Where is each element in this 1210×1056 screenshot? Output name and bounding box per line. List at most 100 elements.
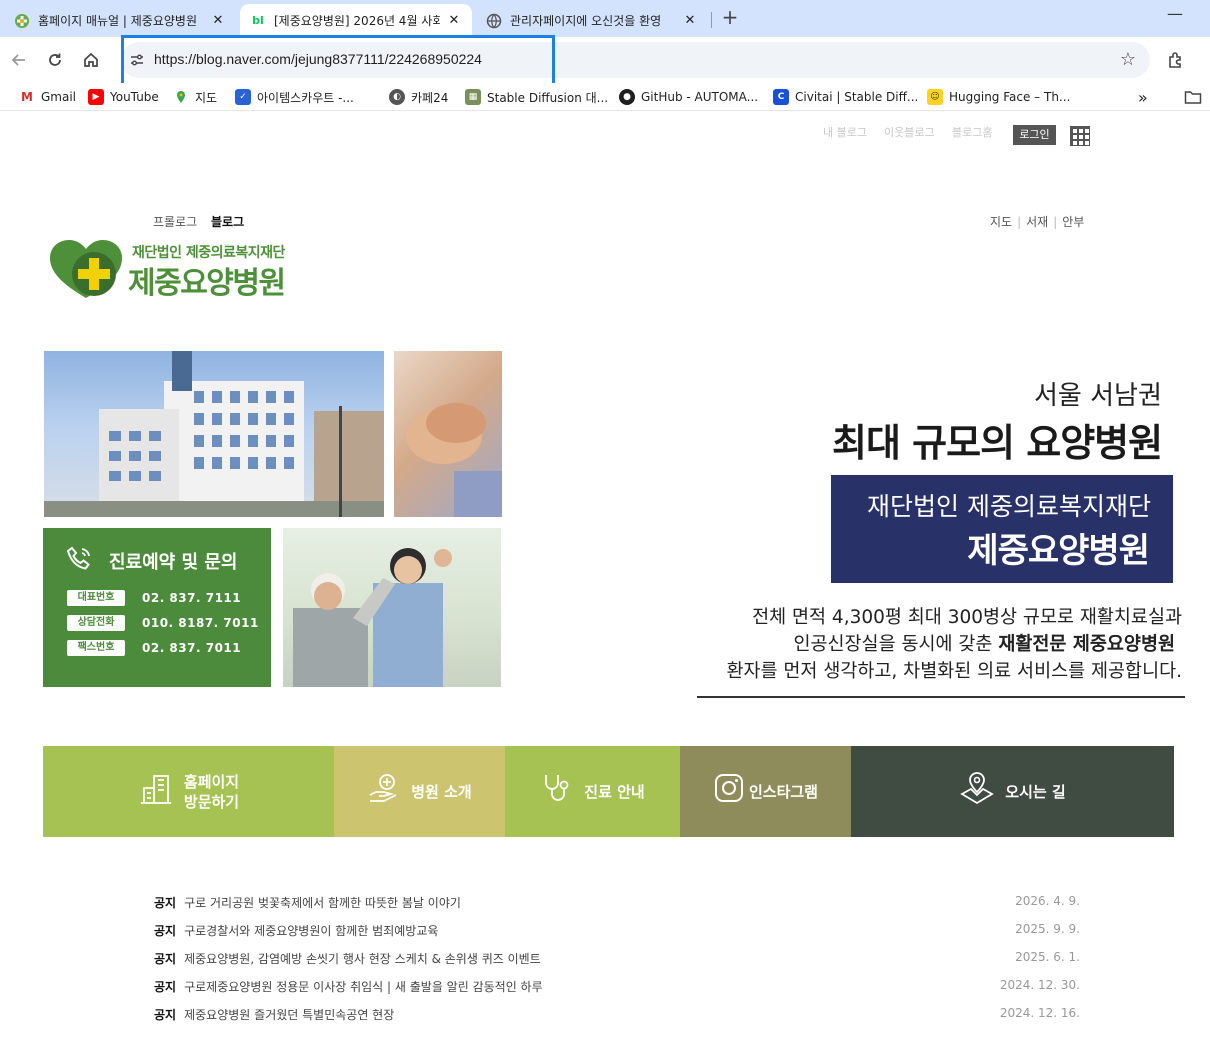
phone-icon [65, 545, 93, 579]
bookmark-cafe24[interactable]: ◐ 카페24 [389, 88, 448, 106]
hospital-logo[interactable]: 재단법인 제중의료복지재단 제중요양병원 [48, 236, 328, 306]
notice-title[interactable]: 구로경찰서와 제중요양병원이 함께한 범죄예방교육 [184, 924, 438, 938]
contact-number[interactable]: 010. 8187. 7011 [142, 616, 259, 630]
bookmark-label: 아이템스카우트 -... [257, 90, 354, 105]
menu-homepage[interactable]: 홈페이지 방문하기 [43, 746, 334, 837]
minimize-button[interactable]: — [1160, 4, 1190, 30]
contact-row-fax: 팩스번호 02. 837. 7011 [67, 639, 241, 657]
hero-title: 최대 규모의 요양병원 [832, 421, 1163, 465]
bookmark-youtube[interactable]: ▶ YouTube [88, 88, 159, 106]
maps-icon [173, 89, 189, 105]
notice-item[interactable]: 공지 제중요양병원, 감염예방 손씻기 행사 현장 스케치 & 손위생 퀴즈 이벤… [154, 950, 1080, 970]
blog-link[interactable]: 블로그 [211, 215, 244, 229]
heart-cross-icon [50, 240, 122, 298]
bookmarks-overflow-button[interactable]: » [1138, 88, 1148, 107]
menu-label: 인스타그램 [748, 782, 818, 801]
notice-tag: 공지 [154, 1008, 177, 1022]
bookmark-star-icon[interactable]: ☆ [1120, 49, 1136, 70]
hero-description-line-2: 인공신장실을 동시에 갖춘 재활전문 제중요양병원 [793, 630, 1175, 656]
contact-row-main: 대표번호 02. 837. 7111 [67, 589, 241, 607]
notice-title[interactable]: 제중요양병원, 감염예방 손씻기 행사 현장 스케치 & 손위생 퀴즈 이벤트 [184, 952, 541, 966]
close-icon[interactable]: ✕ [210, 13, 226, 28]
map-link[interactable]: 지도 [990, 215, 1012, 229]
youtube-icon: ▶ [88, 89, 104, 105]
menu-label: 홈페이지 방문하기 [183, 772, 240, 811]
notice-date: 2024. 12. 30. [999, 978, 1080, 992]
neighbor-blog-link[interactable]: 이웃블로그 [884, 124, 935, 140]
bookmark-label: Civitai | Stable Diff... [795, 90, 919, 104]
prologue-link[interactable]: 프롤로그 [153, 215, 197, 229]
desc-text: 인공신장실을 동시에 갖춘 [793, 634, 999, 655]
notice-item[interactable]: 공지 구로 거리공원 벚꽃축제에서 함께한 따뜻한 봄날 이야기 2026. 4.… [154, 894, 1080, 914]
clover-icon [14, 13, 30, 29]
notice-item[interactable]: 공지 구로경찰서와 제중요양병원이 함께한 범죄예방교육 2025. 9. 9. [154, 922, 1080, 942]
bookmark-label: 카페24 [411, 90, 449, 105]
notice-title[interactable]: 제중요양병원 즐거웠던 특별민속공연 현장 [184, 1008, 394, 1022]
my-blog-link[interactable]: 내 블로그 [823, 124, 867, 140]
menu-treatment-guide[interactable]: 진료 안내 [505, 746, 680, 837]
cafe24-icon: ◐ [389, 89, 405, 105]
close-icon[interactable]: ✕ [446, 13, 462, 28]
banner-hospital-name: 제중요양병원 [967, 531, 1150, 571]
stable-diffusion-icon: ▦ [465, 89, 481, 105]
close-icon[interactable]: ✕ [682, 13, 698, 28]
menu-instagram[interactable]: 인스타그램 [680, 746, 851, 837]
bookmark-stable-diffusion[interactable]: ▦ Stable Diffusion 대... [465, 88, 608, 106]
menu-directions[interactable]: 오시는 길 [851, 746, 1174, 837]
notice-tag: 공지 [154, 980, 177, 994]
menu-label: 오시는 길 [1005, 782, 1066, 801]
notice-date: 2026. 4. 9. [1015, 894, 1080, 908]
blog-page: 내 블로그 이웃블로그 블로그홈 로그인 프롤로그 블로그 지도 | 서재 | 안부 재… [0, 112, 1210, 1056]
blog-home-link[interactable]: 블로그홈 [952, 124, 992, 140]
new-tab-button[interactable]: + [718, 6, 742, 30]
notice-item[interactable]: 공지 제중요양병원 즐거웠던 특별민속공연 현장 2024. 12. 16. [154, 1006, 1080, 1026]
bookmark-civitai[interactable]: C Civitai | Stable Diff... [773, 88, 918, 106]
bookmark-label: Stable Diffusion 대... [487, 90, 609, 105]
hero-divider [697, 696, 1185, 698]
bookmark-itemscout[interactable]: ✓ 아이템스카우트 -... [235, 88, 354, 106]
hero-description-line-1: 전체 면적 4,300평 최대 300병상 규모로 재활치료실과 [752, 607, 1182, 628]
reload-icon[interactable] [43, 48, 67, 72]
bookmark-maps[interactable]: 지도 [173, 88, 217, 106]
contact-label: 팩스번호 [67, 640, 125, 656]
extensions-icon[interactable] [1164, 48, 1188, 72]
home-icon[interactable] [79, 48, 103, 72]
tab-naver-blog[interactable]: bl [제중요양병원] 2026년 4월 사회 ✕ [240, 4, 472, 37]
bookmark-label: Hugging Face – Th... [949, 90, 1071, 104]
stethoscope-icon [540, 771, 574, 813]
notice-item[interactable]: 공지 구로제중요양병원 정용문 이사장 취임식 | 새 출발을 알린 감동적인 하… [154, 978, 1080, 998]
bookmark-label: 지도 [195, 90, 218, 105]
contact-number[interactable]: 02. 837. 7011 [142, 641, 241, 655]
bookmark-label: Gmail [41, 90, 77, 104]
contact-label: 상담전화 [67, 615, 125, 631]
bookmark-github[interactable]: ● GitHub - AUTOMA... [619, 88, 758, 106]
contact-label: 대표번호 [67, 590, 125, 606]
notice-title[interactable]: 구로제중요양병원 정용문 이사장 취임식 | 새 출발을 알린 감동적인 하루 [184, 980, 543, 994]
bookmark-label: YouTube [110, 90, 159, 104]
bookmark-hugging-face[interactable]: ☺ Hugging Face – Th... [927, 88, 1070, 106]
contact-row-consult: 상담전화 010. 8187. 7011 [67, 614, 259, 632]
notice-date: 2025. 9. 9. [1015, 922, 1080, 936]
banner-foundation-text: 재단법인 제중의료복지재단 [867, 492, 1151, 521]
notice-title[interactable]: 구로 거리공원 벚꽃축제에서 함께한 따뜻한 봄날 이야기 [184, 896, 461, 910]
folder-icon[interactable] [1184, 88, 1202, 106]
login-button[interactable]: 로그인 [1013, 125, 1056, 145]
menu-label: 진료 안내 [584, 782, 645, 801]
bookmarks-bar: M Gmail ▶ YouTube 지도 ✓ 아이템스카우트 -... ◐ 카페… [0, 83, 1210, 111]
tab-admin-page[interactable]: 관리자페이지에 오신것을 환영 ✕ [476, 4, 708, 37]
menu-hospital-intro[interactable]: 병원 소개 [334, 746, 505, 837]
building-icon [138, 770, 174, 814]
notice-tag: 공지 [154, 896, 177, 910]
hero-description-line-3: 환자를 먼저 생각하고, 차별화된 의료 서비스를 제공합니다. [726, 661, 1182, 682]
guestbook-link[interactable]: 안부 [1062, 215, 1084, 229]
app-grid-icon[interactable] [1070, 126, 1090, 146]
desc-emphasis: 재활전문 제중요양병원 [998, 634, 1175, 655]
back-arrow-icon[interactable] [7, 48, 31, 72]
bookmark-gmail[interactable]: M Gmail [19, 88, 76, 106]
library-link[interactable]: 서재 [1026, 215, 1048, 229]
tab-homepage-manual[interactable]: 홈페이지 매뉴얼 | 제중요양병원 ✕ [4, 4, 236, 37]
github-icon: ● [619, 89, 635, 105]
contact-number[interactable]: 02. 837. 7111 [142, 591, 241, 605]
naver-blog-icon: bl [252, 14, 264, 27]
notice-date: 2025. 6. 1. [1015, 950, 1080, 964]
